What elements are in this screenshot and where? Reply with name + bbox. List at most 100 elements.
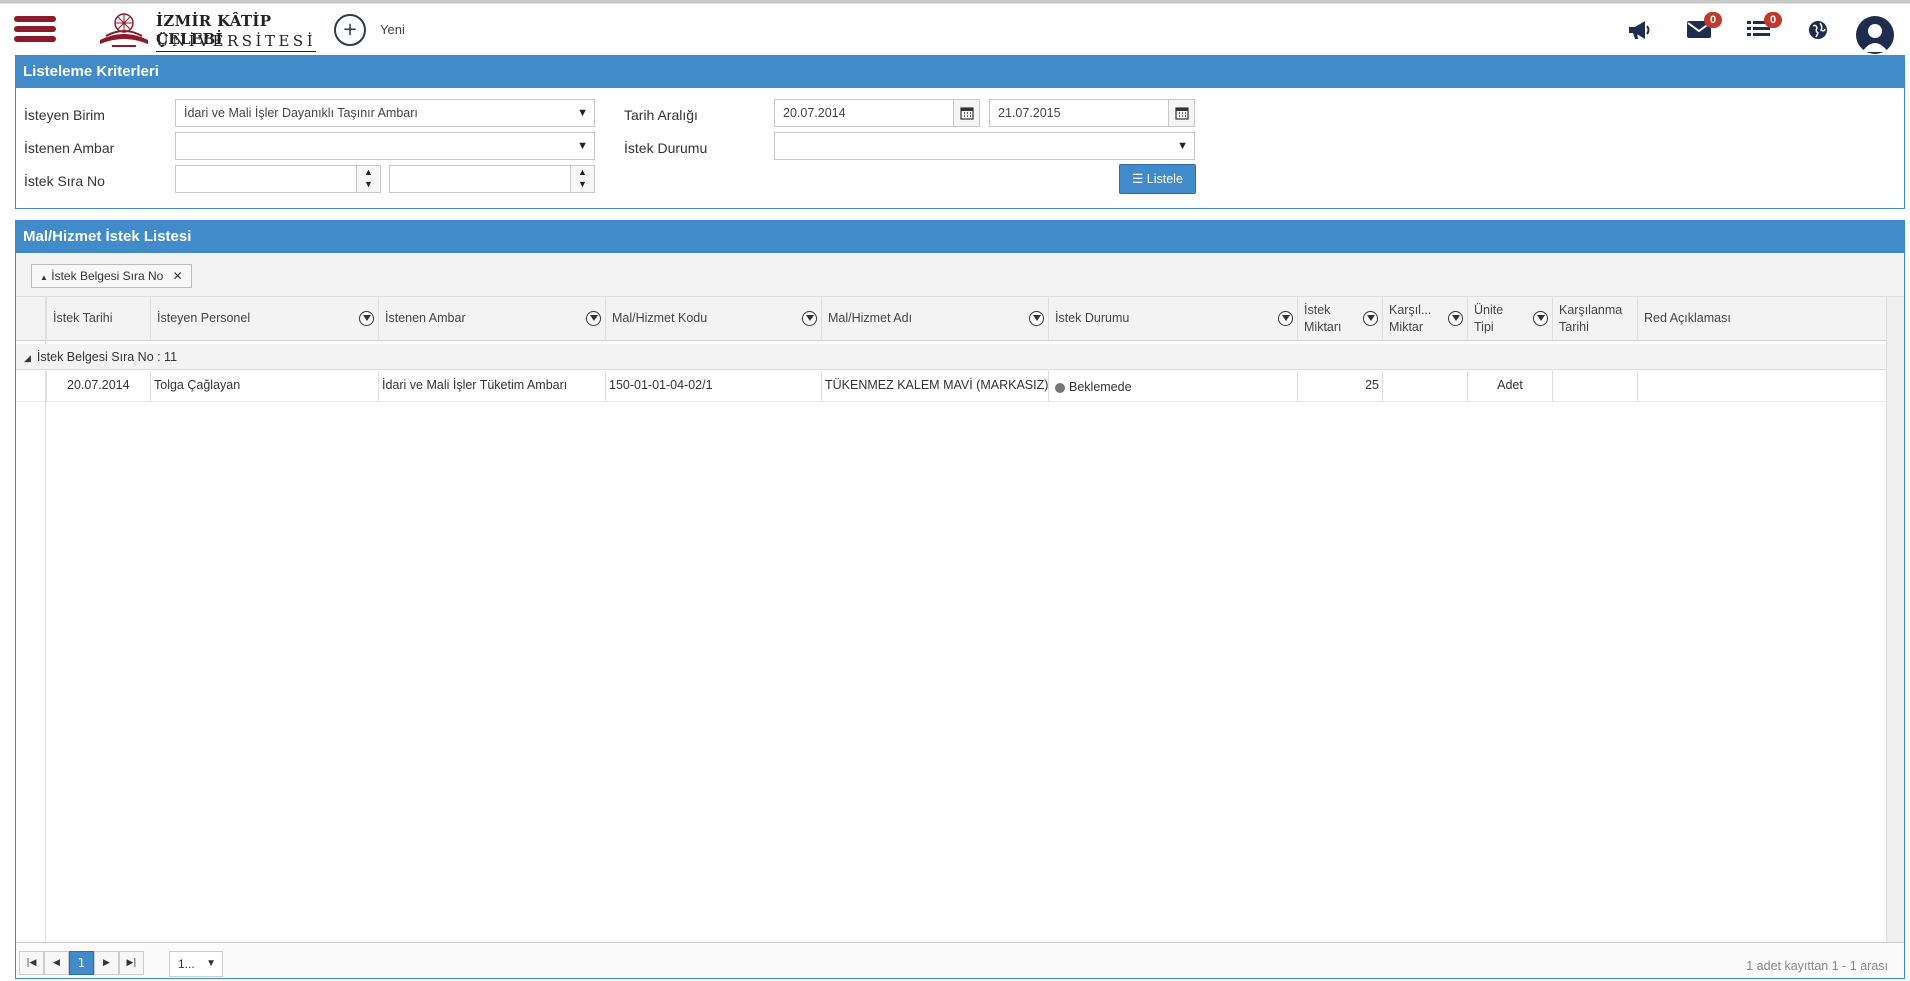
column-label: İsteyen Personel (157, 311, 251, 325)
close-icon[interactable]: ✕ (173, 269, 183, 283)
next-page-icon[interactable]: ▶ (94, 951, 119, 975)
cell-karsilanma-tarihi (1552, 371, 1637, 402)
istek-sira-no-label: İstek Sıra No (24, 173, 105, 189)
column-label: Karşılanma (1559, 303, 1623, 317)
filter-icon[interactable] (1278, 311, 1293, 326)
group-chip[interactable]: ▲ İstek Belgesi Sıra No ✕ (31, 264, 192, 288)
istek-sira-no-from-input[interactable]: ▲ ▼ (175, 165, 381, 193)
column-karsilanma-tarihi[interactable]: Karşılanma Tarihi (1552, 297, 1637, 341)
isteyen-birim-value: İdari ve Mali İşler Dayanıklı Taşınır Am… (184, 106, 418, 120)
page-button-current[interactable]: 1 (69, 951, 94, 975)
column-label: Red Açıklaması (1644, 311, 1731, 325)
istek-durumu-select[interactable]: ▼ (774, 132, 1195, 160)
globe-icon[interactable] (1806, 18, 1834, 44)
mail-icon[interactable]: 0 (1686, 12, 1722, 44)
logo-subtitle: ÜNİVERSİTESİ (156, 32, 317, 52)
criteria-panel-title: Listeleme Kriterleri (16, 56, 1904, 88)
user-avatar[interactable] (1856, 16, 1894, 54)
isteyen-birim-label: İsteyen Birim (24, 107, 105, 123)
column-red-aciklamasi[interactable]: Red Açıklaması (1637, 297, 1886, 341)
cell-isteyen-personel: Tolga Çağlayan (150, 371, 378, 402)
new-button[interactable]: + (334, 14, 366, 46)
page-size-value: 1... (178, 957, 195, 971)
group-row[interactable]: ◢ İstek Belgesi Sıra No : 11 (16, 344, 1886, 370)
column-istek-miktari[interactable]: İstek Miktarı (1297, 297, 1382, 341)
prev-page-icon[interactable]: ◀ (44, 951, 69, 975)
top-bar: İZMİR KÂTİP ÇELEBİ ÜNİVERSİTESİ + Yeni 0… (0, 4, 1910, 54)
number-stepper[interactable]: ▲ ▼ (356, 166, 380, 192)
page-size-select[interactable]: 1... ▼ (169, 951, 223, 977)
cell-mal-hizmet-kodu: 150-01-01-04-02/1 (605, 371, 821, 402)
list-icon: ☰ (1132, 172, 1144, 186)
number-stepper[interactable]: ▲ ▼ (570, 166, 594, 192)
column-label: Tipi (1474, 320, 1494, 334)
pager-info: 1 adet kayıttan 1 - 1 arası (1746, 959, 1888, 973)
cell-red-aciklamasi (1637, 371, 1886, 402)
calendar-icon[interactable] (1168, 100, 1194, 126)
listele-label: Listele (1146, 172, 1183, 186)
chevron-down-icon: ▼ (577, 140, 588, 152)
column-istenen-ambar[interactable]: İstenen Ambar (378, 297, 605, 341)
istenen-ambar-label: İstenen Ambar (24, 140, 115, 156)
university-emblem-icon (100, 13, 148, 47)
listele-button[interactable]: ☰ Listele (1119, 164, 1196, 194)
column-mal-hizmet-kodu[interactable]: Mal/Hizmet Kodu (605, 297, 821, 341)
column-label: İstek (1304, 303, 1331, 317)
istek-sira-no-to-input[interactable]: ▲ ▼ (389, 165, 595, 193)
university-logo[interactable]: İZMİR KÂTİP ÇELEBİ ÜNİVERSİTESİ (98, 10, 317, 52)
column-label: Miktarı (1304, 320, 1342, 334)
calendar-icon[interactable] (953, 100, 979, 126)
column-label: İstek Tarihi (53, 311, 113, 325)
istenen-ambar-select[interactable]: ▼ (175, 132, 595, 160)
column-unite-tipi[interactable]: Ünite Tipi (1467, 297, 1552, 341)
isteyen-birim-select[interactable]: İdari ve Mali İşler Dayanıklı Taşınır Am… (175, 99, 595, 127)
filter-icon[interactable] (586, 311, 601, 326)
filter-icon[interactable] (802, 311, 817, 326)
first-page-icon[interactable]: |◀ (19, 951, 44, 975)
cell-istenen-ambar: İdari ve Mali İşler Tüketim Ambarı (378, 371, 605, 402)
date-to-input[interactable]: 21.07.2015 (989, 99, 1195, 127)
menu-icon[interactable] (14, 16, 56, 46)
sort-asc-icon[interactable]: ▲ (40, 273, 48, 282)
collapse-icon[interactable]: ◢ (24, 353, 31, 363)
filter-icon[interactable] (1533, 311, 1548, 326)
cell-unite-tipi: Adet (1467, 371, 1552, 402)
filter-icon[interactable] (1448, 311, 1463, 326)
date-from-input[interactable]: 20.07.2014 (774, 99, 980, 127)
task-list-icon[interactable]: 0 (1746, 12, 1782, 44)
column-isteyen-personel[interactable]: İsteyen Personel (150, 297, 378, 341)
status-dot-icon (1055, 382, 1065, 393)
column-istek-tarihi[interactable]: İstek Tarihi (46, 297, 150, 341)
cell-istek-durumu: Beklemede (1048, 371, 1297, 402)
filter-icon[interactable] (1363, 311, 1378, 326)
group-by-area: ▲ İstek Belgesi Sıra No ✕ (16, 253, 1904, 297)
group-row-label: İstek Belgesi Sıra No : 11 (36, 350, 178, 364)
filter-icon[interactable] (1029, 311, 1044, 326)
cell-mal-hizmet-adi: TÜKENMEZ KALEM MAVİ (MARKASIZ) (821, 371, 1048, 402)
column-label: Mal/Hizmet Adı (828, 311, 913, 325)
cell-istek-miktari: 25 (1297, 371, 1382, 402)
status-label: Beklemede (1069, 380, 1132, 394)
column-mal-hizmet-adi[interactable]: Mal/Hizmet Adı (821, 297, 1048, 341)
column-karsilanan-miktar[interactable]: Karşıl... Miktar (1382, 297, 1467, 341)
vertical-scrollbar[interactable] (1886, 297, 1904, 942)
column-label: Tarihi (1559, 320, 1589, 334)
last-page-icon[interactable]: ▶| (119, 951, 144, 975)
column-istek-durumu[interactable]: İstek Durumu (1048, 297, 1297, 341)
date-from-value: 20.07.2014 (783, 106, 846, 120)
table-row[interactable]: 20.07.2014 Tolga Çağlayan İdari ve Mali … (16, 371, 1886, 402)
column-label: Miktar (1389, 320, 1424, 334)
criteria-panel: Listeleme Kriterleri İsteyen Birim İdari… (15, 55, 1905, 209)
announcement-icon[interactable] (1626, 18, 1654, 44)
request-list-panel: Mal/Hizmet İstek Listesi ▲ İstek Belgesi… (15, 220, 1905, 979)
date-to-value: 21.07.2015 (998, 106, 1061, 120)
new-label[interactable]: Yeni (380, 22, 405, 37)
pager: |◀ ◀ 1 ▶ ▶| 1... ▼ 1 adet kayıttan 1 - 1… (16, 942, 1904, 978)
grid-header: İstek Tarihi İsteyen Personel İstenen Am… (16, 297, 1904, 341)
column-label: Karşıl... (1389, 303, 1432, 317)
cell-karsilanan-miktar (1382, 371, 1467, 402)
tarih-araligi-label: Tarih Aralığı (624, 107, 698, 123)
filter-icon[interactable] (359, 311, 374, 326)
column-label: Mal/Hizmet Kodu (612, 311, 708, 325)
cell-istek-tarihi: 20.07.2014 (46, 371, 150, 402)
